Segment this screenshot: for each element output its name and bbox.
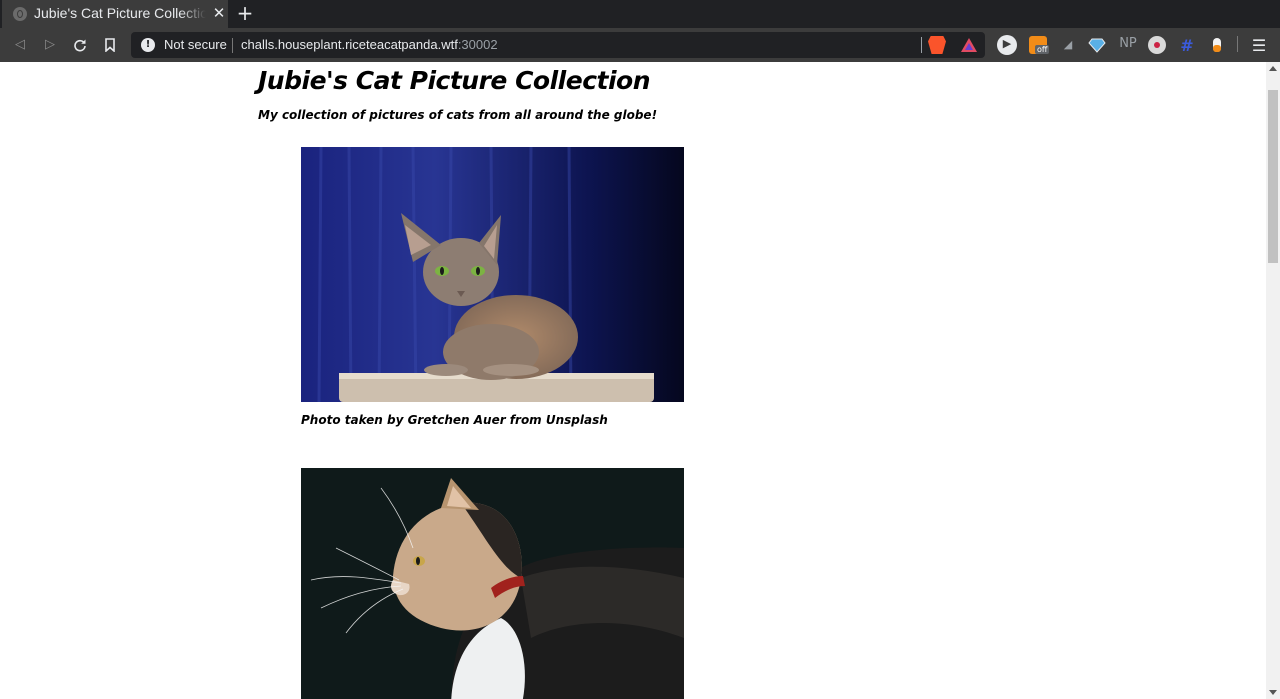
bookmark-button[interactable] [100, 35, 120, 55]
info-icon[interactable]: ! [141, 38, 155, 52]
mouse-extension-icon[interactable] [1208, 36, 1226, 54]
menu-icon[interactable]: ☰ [1250, 36, 1268, 55]
url-host: challs.houseplant.riceteacatpanda.wtf [241, 37, 458, 52]
cat-photo-calico [301, 468, 684, 699]
brave-rewards-icon[interactable] [960, 36, 978, 54]
address-bar[interactable]: ! Not secure challs.houseplant.riceteaca… [131, 32, 985, 58]
page-subtitle: My collection of pictures of cats from a… [258, 108, 658, 122]
cat-photo-grey [301, 147, 684, 402]
new-tab-button[interactable]: + [235, 3, 255, 23]
toolbar-divider [1237, 36, 1238, 52]
scrollbar-thumb[interactable] [1268, 90, 1278, 263]
scroll-up-arrow-icon[interactable] [1269, 66, 1277, 71]
scroll-down-arrow-icon[interactable] [1269, 690, 1277, 695]
url-port: :30002 [457, 37, 498, 52]
url-text[interactable]: challs.houseplant.riceteacatpanda.wtf:30… [241, 37, 498, 52]
hash-extension-icon[interactable]: # [1178, 36, 1196, 55]
extension-off-icon[interactable]: off [1029, 36, 1050, 54]
bookmark-icon [105, 38, 115, 53]
tab-strip: Jubie's Cat Picture Collection ✕ + [0, 0, 1280, 28]
photo-caption: Photo taken by Gretchen Auer from Unspla… [301, 413, 608, 427]
off-badge: off [1035, 45, 1050, 54]
browser-toolbar: ◁ ▷ ! Not secure challs.houseplant.ricet… [0, 28, 1280, 62]
np-label: NP [1119, 36, 1137, 51]
globe-icon [13, 7, 27, 21]
page-viewport: Jubie's Cat Picture Collection My collec… [0, 62, 1266, 699]
diamond-icon[interactable] [1088, 36, 1106, 54]
forward-button[interactable]: ▷ [40, 35, 60, 55]
np-extension-icon[interactable]: NP [1117, 36, 1139, 54]
security-label[interactable]: Not secure [164, 37, 227, 52]
page-title: Jubie's Cat Picture Collection [258, 66, 651, 95]
browser-tab[interactable]: Jubie's Cat Picture Collection ✕ [2, 0, 228, 28]
page-scrollbar[interactable] [1266, 62, 1280, 699]
omnibox-divider [921, 37, 922, 53]
cookie-icon[interactable] [1148, 36, 1166, 54]
media-icon[interactable]: ▶ [997, 35, 1017, 55]
reload-button[interactable] [70, 35, 90, 55]
back-button[interactable]: ◁ [10, 35, 30, 55]
wappalyzer-icon[interactable]: ◢ [1059, 36, 1077, 54]
tab-title: Jubie's Cat Picture Collection [34, 5, 206, 21]
close-tab-icon[interactable]: ✕ [211, 5, 227, 21]
reload-icon [74, 39, 86, 52]
address-divider [232, 38, 233, 53]
